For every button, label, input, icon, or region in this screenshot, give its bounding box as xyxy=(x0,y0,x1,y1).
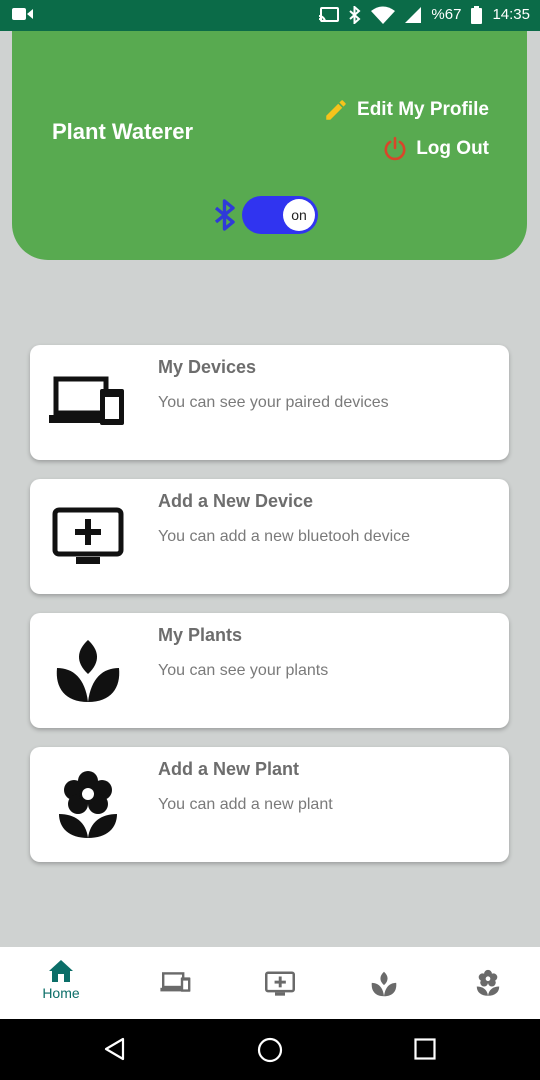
bottom-navigation: Home xyxy=(0,947,540,1019)
add-device-icon xyxy=(265,971,295,996)
battery-icon xyxy=(471,6,483,24)
card-my-devices[interactable]: My Devices You can see your paired devic… xyxy=(30,345,509,460)
card-add-device[interactable]: Add a New Device You can add a new bluet… xyxy=(30,479,509,594)
back-icon[interactable] xyxy=(103,1037,127,1061)
devices-icon xyxy=(160,972,191,992)
nav-add-device[interactable] xyxy=(250,971,310,997)
recents-icon[interactable] xyxy=(414,1038,436,1060)
logout-button[interactable]: Log Out xyxy=(382,136,489,162)
bluetooth-icon xyxy=(214,199,235,231)
system-navigation-bar xyxy=(0,1019,540,1080)
signal-icon xyxy=(405,7,422,23)
plant-icon xyxy=(371,971,397,997)
bluetooth-toggle[interactable]: on xyxy=(242,196,318,234)
video-icon xyxy=(12,8,33,20)
nav-add-plant[interactable] xyxy=(458,969,518,997)
edit-profile-label: Edit My Profile xyxy=(357,99,489,120)
clock: 14:35 xyxy=(492,6,530,23)
card-my-plants[interactable]: My Plants You can see your plants xyxy=(30,613,509,728)
toggle-knob: on xyxy=(283,199,315,231)
card-title: My Plants xyxy=(158,625,243,645)
wifi-icon xyxy=(371,6,396,24)
card-description: You can add a new bluetooh device xyxy=(158,528,411,545)
card-description: You can add a new plant xyxy=(158,796,333,813)
nav-devices[interactable] xyxy=(146,971,206,995)
nav-home[interactable]: Home xyxy=(31,959,91,1001)
nav-home-label: Home xyxy=(42,985,80,1001)
edit-profile-button[interactable]: Edit My Profile xyxy=(323,97,489,123)
cast-icon xyxy=(319,7,340,23)
card-title: My Devices xyxy=(158,357,257,377)
plant-icon xyxy=(48,639,128,703)
flower-icon xyxy=(48,771,128,838)
logout-label: Log Out xyxy=(416,138,489,159)
home-icon xyxy=(49,960,73,982)
card-title: Add a New Plant xyxy=(158,759,300,779)
header-card: Plant Waterer Edit My Profile Log Out on xyxy=(12,31,527,260)
card-description: You can see your paired devices xyxy=(158,394,389,411)
add-device-icon xyxy=(48,505,128,569)
status-bar: %67 14:35 xyxy=(0,0,540,31)
power-icon xyxy=(384,136,406,161)
card-description: You can see your plants xyxy=(158,662,329,679)
card-add-plant[interactable]: Add a New Plant You can add a new plant xyxy=(30,747,509,862)
battery-percent: %67 xyxy=(431,6,462,23)
card-title: Add a New Device xyxy=(158,491,314,511)
bluetooth-icon xyxy=(349,6,361,24)
bluetooth-toggle-row: on xyxy=(214,196,318,234)
app-title: Plant Waterer xyxy=(52,119,194,144)
devices-icon xyxy=(48,371,128,435)
flower-icon xyxy=(476,969,500,996)
home-button-icon[interactable] xyxy=(257,1037,283,1063)
nav-plants[interactable] xyxy=(354,971,414,997)
pencil-icon xyxy=(326,100,346,120)
